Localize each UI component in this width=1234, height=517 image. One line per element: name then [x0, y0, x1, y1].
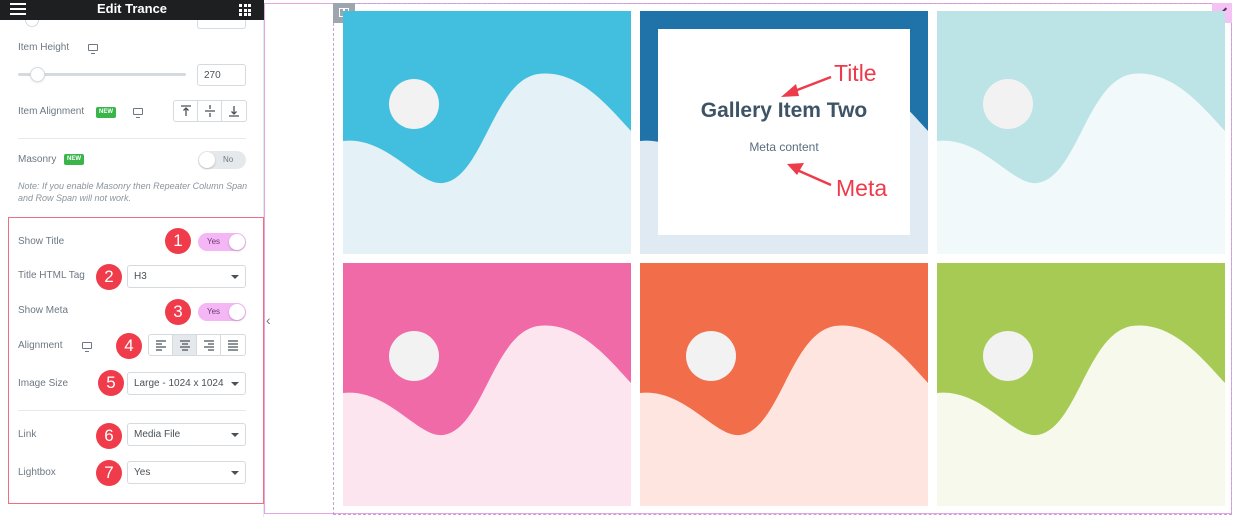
- panel-header: Edit Trance: [0, 0, 264, 20]
- gallery-item-meta: Meta content: [749, 140, 819, 154]
- responsive-desktop-icon[interactable]: [88, 44, 98, 54]
- align-bottom-icon: [229, 106, 239, 117]
- partial-number-input[interactable]: [197, 20, 246, 29]
- step-badge-2: 2: [96, 264, 122, 290]
- section-divider: [18, 410, 246, 411]
- masonry-note: Note: If you enable Masonry then Repeate…: [18, 181, 248, 203]
- toggle-thumb: [229, 234, 245, 250]
- masonry-label: Masonry: [18, 154, 57, 165]
- chevron-down-icon: [231, 471, 239, 475]
- show-meta-label: Show Meta: [18, 305, 69, 316]
- align-top-icon: [181, 105, 191, 116]
- title-html-tag-select[interactable]: H3: [127, 265, 246, 288]
- partial-slider-knob[interactable]: [25, 20, 39, 27]
- align-right-button[interactable]: [197, 335, 221, 355]
- align-center-button[interactable]: [173, 335, 197, 355]
- toggle-thumb: [229, 304, 245, 320]
- annotation-meta: Meta: [836, 175, 888, 201]
- step-badge-1: 1: [165, 228, 191, 254]
- select-value: Yes: [134, 467, 151, 478]
- tile-sun: [389, 331, 439, 381]
- toggle-text: No: [223, 155, 234, 164]
- chevron-down-icon: [231, 433, 239, 437]
- align-bottom-button[interactable]: [222, 101, 246, 121]
- tile-sun: [983, 79, 1033, 129]
- link-select[interactable]: Media File: [127, 423, 246, 446]
- panel-title: Edit Trance: [96, 1, 168, 16]
- step-badge-7: 7: [96, 460, 122, 486]
- gallery-item-title: Gallery Item Two: [700, 99, 868, 122]
- select-value: Large - 1024 x 1024: [134, 378, 224, 389]
- text-align-center-icon: [180, 340, 190, 351]
- tile-sun: [389, 79, 439, 129]
- text-align-justify-icon: [228, 340, 238, 351]
- item-alignment-buttons: [173, 100, 247, 122]
- align-left-button[interactable]: [149, 335, 173, 355]
- align-middle-icon: [205, 105, 215, 117]
- gallery-tile-image[interactable]: [640, 263, 928, 506]
- text-align-left-icon: [156, 340, 166, 351]
- alignment-buttons: [148, 334, 246, 356]
- gallery-tile-image[interactable]: [343, 263, 631, 506]
- align-top-button[interactable]: [174, 101, 198, 121]
- widgets-grid-icon[interactable]: [239, 4, 251, 16]
- lightbox-select[interactable]: Yes: [127, 461, 246, 484]
- tile-sun: [686, 331, 736, 381]
- editor-panel: Edit Trance Item Height 270 Item Alignme…: [0, 0, 264, 517]
- link-label: Link: [18, 429, 37, 440]
- select-value: H3: [134, 271, 147, 282]
- chevron-down-icon: [231, 275, 239, 279]
- responsive-desktop-icon[interactable]: [82, 342, 92, 352]
- chevron-down-icon: [231, 382, 239, 386]
- image-size-select[interactable]: Large - 1024 x 1024: [127, 372, 246, 395]
- show-meta-toggle[interactable]: Yes: [198, 303, 246, 321]
- step-badge-5: 5: [98, 370, 124, 396]
- gallery-tile-image[interactable]: [937, 263, 1225, 506]
- gallery-tile-image[interactable]: [937, 11, 1225, 254]
- item-height-label: Item Height: [18, 42, 70, 53]
- item-height-slider-handle[interactable]: [30, 67, 45, 82]
- toggle-text: Yes: [207, 307, 221, 316]
- step-badge-4: 4: [116, 333, 142, 359]
- lightbox-label: Lightbox: [18, 467, 56, 478]
- toggle-text: Yes: [207, 237, 221, 246]
- step-badge-3: 3: [165, 299, 191, 325]
- masonry-toggle[interactable]: No: [198, 151, 246, 169]
- text-align-right-icon: [204, 340, 214, 351]
- alignment-label: Alignment: [18, 340, 63, 351]
- new-badge: NEW: [96, 107, 116, 118]
- item-alignment-label: Item Alignment: [18, 106, 85, 117]
- responsive-desktop-icon[interactable]: [133, 108, 143, 118]
- align-justify-button[interactable]: [221, 335, 245, 355]
- gallery-tile-image[interactable]: [343, 11, 631, 254]
- tile-sun: [983, 331, 1033, 381]
- show-title-label: Show Title: [18, 236, 65, 247]
- section-divider: [18, 138, 246, 139]
- item-height-input[interactable]: 270: [197, 64, 246, 86]
- toggle-thumb: [199, 152, 215, 168]
- image-size-label: Image Size: [18, 378, 69, 389]
- new-badge: NEW: [64, 154, 84, 165]
- step-badge-6: 6: [96, 423, 122, 449]
- show-title-toggle[interactable]: Yes: [198, 233, 246, 251]
- annotation-title: Title: [834, 60, 877, 86]
- align-middle-button[interactable]: [198, 101, 222, 121]
- select-value: Media File: [134, 429, 181, 440]
- title-html-tag-label: Title HTML Tag: [18, 270, 85, 281]
